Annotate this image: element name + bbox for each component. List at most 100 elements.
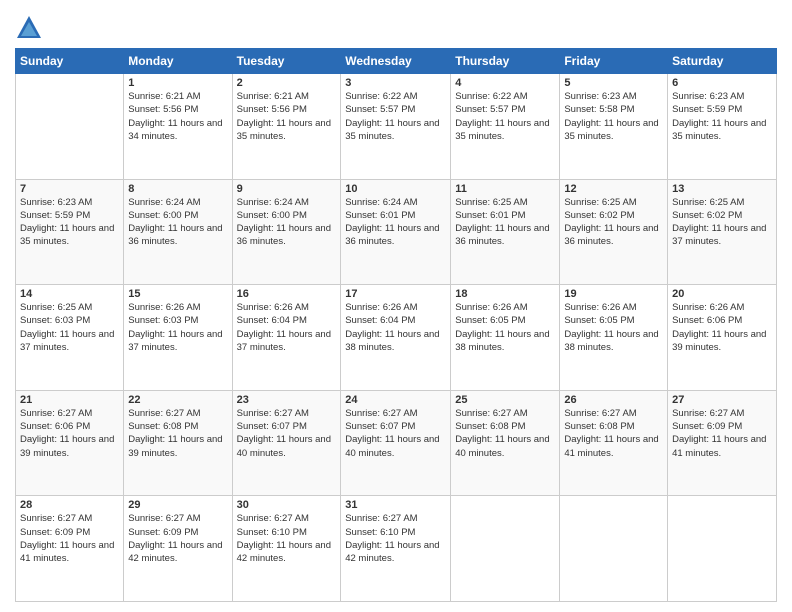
day-info: Sunrise: 6:26 AMSunset: 6:04 PMDaylight:… [237,301,337,354]
logo-icon [15,14,43,42]
calendar-cell: 28Sunrise: 6:27 AMSunset: 6:09 PMDayligh… [16,496,124,602]
day-info: Sunrise: 6:24 AMSunset: 6:00 PMDaylight:… [237,196,337,249]
calendar-cell: 11Sunrise: 6:25 AMSunset: 6:01 PMDayligh… [451,179,560,285]
calendar-cell: 31Sunrise: 6:27 AMSunset: 6:10 PMDayligh… [341,496,451,602]
day-info: Sunrise: 6:24 AMSunset: 6:00 PMDaylight:… [128,196,227,249]
calendar-cell: 24Sunrise: 6:27 AMSunset: 6:07 PMDayligh… [341,390,451,496]
calendar-cell: 16Sunrise: 6:26 AMSunset: 6:04 PMDayligh… [232,285,341,391]
calendar-cell: 3Sunrise: 6:22 AMSunset: 5:57 PMDaylight… [341,74,451,180]
day-info: Sunrise: 6:27 AMSunset: 6:10 PMDaylight:… [345,512,446,565]
day-number: 31 [345,499,446,511]
day-number: 21 [20,394,119,406]
column-header-wednesday: Wednesday [341,49,451,74]
calendar-cell: 27Sunrise: 6:27 AMSunset: 6:09 PMDayligh… [668,390,777,496]
day-number: 12 [564,183,663,195]
column-header-friday: Friday [560,49,668,74]
calendar-cell: 17Sunrise: 6:26 AMSunset: 6:04 PMDayligh… [341,285,451,391]
day-number: 9 [237,183,337,195]
day-info: Sunrise: 6:24 AMSunset: 6:01 PMDaylight:… [345,196,446,249]
day-info: Sunrise: 6:25 AMSunset: 6:02 PMDaylight:… [672,196,772,249]
day-number: 16 [237,288,337,300]
calendar-cell: 18Sunrise: 6:26 AMSunset: 6:05 PMDayligh… [451,285,560,391]
calendar-cell: 15Sunrise: 6:26 AMSunset: 6:03 PMDayligh… [124,285,232,391]
column-header-sunday: Sunday [16,49,124,74]
day-number: 24 [345,394,446,406]
day-number: 18 [455,288,555,300]
day-info: Sunrise: 6:21 AMSunset: 5:56 PMDaylight:… [237,90,337,143]
calendar-cell [16,74,124,180]
calendar-cell: 14Sunrise: 6:25 AMSunset: 6:03 PMDayligh… [16,285,124,391]
day-number: 15 [128,288,227,300]
calendar-cell: 6Sunrise: 6:23 AMSunset: 5:59 PMDaylight… [668,74,777,180]
day-number: 22 [128,394,227,406]
day-number: 11 [455,183,555,195]
day-info: Sunrise: 6:26 AMSunset: 6:05 PMDaylight:… [455,301,555,354]
day-info: Sunrise: 6:22 AMSunset: 5:57 PMDaylight:… [455,90,555,143]
day-info: Sunrise: 6:22 AMSunset: 5:57 PMDaylight:… [345,90,446,143]
day-number: 30 [237,499,337,511]
day-number: 26 [564,394,663,406]
calendar-cell [668,496,777,602]
column-header-monday: Monday [124,49,232,74]
day-info: Sunrise: 6:27 AMSunset: 6:09 PMDaylight:… [20,512,119,565]
day-info: Sunrise: 6:27 AMSunset: 6:08 PMDaylight:… [455,407,555,460]
week-row-2: 7Sunrise: 6:23 AMSunset: 5:59 PMDaylight… [16,179,777,285]
day-info: Sunrise: 6:26 AMSunset: 6:06 PMDaylight:… [672,301,772,354]
day-info: Sunrise: 6:26 AMSunset: 6:04 PMDaylight:… [345,301,446,354]
calendar-cell: 4Sunrise: 6:22 AMSunset: 5:57 PMDaylight… [451,74,560,180]
calendar-header-row: SundayMondayTuesdayWednesdayThursdayFrid… [16,49,777,74]
calendar-cell: 20Sunrise: 6:26 AMSunset: 6:06 PMDayligh… [668,285,777,391]
column-header-thursday: Thursday [451,49,560,74]
calendar-cell: 22Sunrise: 6:27 AMSunset: 6:08 PMDayligh… [124,390,232,496]
day-info: Sunrise: 6:27 AMSunset: 6:09 PMDaylight:… [672,407,772,460]
page: SundayMondayTuesdayWednesdayThursdayFrid… [0,0,792,612]
day-number: 25 [455,394,555,406]
day-number: 29 [128,499,227,511]
calendar-cell: 30Sunrise: 6:27 AMSunset: 6:10 PMDayligh… [232,496,341,602]
column-header-saturday: Saturday [668,49,777,74]
header [15,10,777,42]
day-info: Sunrise: 6:23 AMSunset: 5:58 PMDaylight:… [564,90,663,143]
day-number: 13 [672,183,772,195]
calendar-table: SundayMondayTuesdayWednesdayThursdayFrid… [15,48,777,602]
day-number: 27 [672,394,772,406]
day-info: Sunrise: 6:25 AMSunset: 6:01 PMDaylight:… [455,196,555,249]
calendar-cell [560,496,668,602]
day-number: 1 [128,77,227,89]
day-number: 14 [20,288,119,300]
day-number: 7 [20,183,119,195]
calendar-cell: 25Sunrise: 6:27 AMSunset: 6:08 PMDayligh… [451,390,560,496]
day-info: Sunrise: 6:23 AMSunset: 5:59 PMDaylight:… [672,90,772,143]
day-info: Sunrise: 6:27 AMSunset: 6:09 PMDaylight:… [128,512,227,565]
week-row-5: 28Sunrise: 6:27 AMSunset: 6:09 PMDayligh… [16,496,777,602]
calendar-cell: 9Sunrise: 6:24 AMSunset: 6:00 PMDaylight… [232,179,341,285]
day-number: 20 [672,288,772,300]
day-info: Sunrise: 6:25 AMSunset: 6:03 PMDaylight:… [20,301,119,354]
day-info: Sunrise: 6:25 AMSunset: 6:02 PMDaylight:… [564,196,663,249]
day-number: 19 [564,288,663,300]
day-number: 5 [564,77,663,89]
day-number: 8 [128,183,227,195]
calendar-cell: 12Sunrise: 6:25 AMSunset: 6:02 PMDayligh… [560,179,668,285]
calendar-cell: 1Sunrise: 6:21 AMSunset: 5:56 PMDaylight… [124,74,232,180]
column-header-tuesday: Tuesday [232,49,341,74]
calendar-cell [451,496,560,602]
day-info: Sunrise: 6:23 AMSunset: 5:59 PMDaylight:… [20,196,119,249]
day-info: Sunrise: 6:27 AMSunset: 6:07 PMDaylight:… [345,407,446,460]
calendar-cell: 10Sunrise: 6:24 AMSunset: 6:01 PMDayligh… [341,179,451,285]
calendar-cell: 2Sunrise: 6:21 AMSunset: 5:56 PMDaylight… [232,74,341,180]
day-number: 4 [455,77,555,89]
week-row-3: 14Sunrise: 6:25 AMSunset: 6:03 PMDayligh… [16,285,777,391]
calendar-cell: 21Sunrise: 6:27 AMSunset: 6:06 PMDayligh… [16,390,124,496]
calendar-cell: 13Sunrise: 6:25 AMSunset: 6:02 PMDayligh… [668,179,777,285]
day-number: 2 [237,77,337,89]
calendar-cell: 19Sunrise: 6:26 AMSunset: 6:05 PMDayligh… [560,285,668,391]
calendar-cell: 8Sunrise: 6:24 AMSunset: 6:00 PMDaylight… [124,179,232,285]
day-number: 17 [345,288,446,300]
day-info: Sunrise: 6:26 AMSunset: 6:05 PMDaylight:… [564,301,663,354]
day-info: Sunrise: 6:27 AMSunset: 6:07 PMDaylight:… [237,407,337,460]
day-info: Sunrise: 6:27 AMSunset: 6:08 PMDaylight:… [128,407,227,460]
day-info: Sunrise: 6:27 AMSunset: 6:10 PMDaylight:… [237,512,337,565]
calendar-body: 1 Sunrise: 6:21 AMSunset: 5:56 PMDaylight… [16,74,777,602]
day-info: Sunrise: 6:26 AMSunset: 6:03 PMDaylight:… [128,301,227,354]
